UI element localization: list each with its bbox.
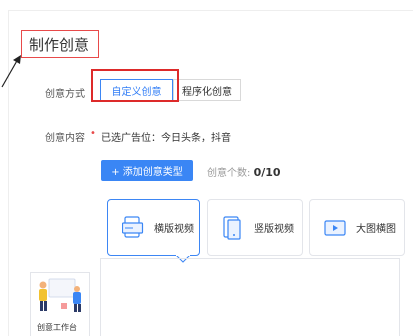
creative-count-label: 创意个数: bbox=[207, 168, 251, 179]
creative-count-value: 0/10 bbox=[253, 166, 281, 179]
selected-ad-slots: 已选广告位：今日头条，抖音 bbox=[101, 133, 231, 144]
workbench-illustration-icon bbox=[39, 278, 81, 312]
creative-type-label: 大图横图 bbox=[356, 224, 396, 235]
creative-type-vertical-video[interactable]: 竖版视频 bbox=[207, 199, 303, 256]
page-title: 制作创意 bbox=[29, 36, 90, 54]
creative-type-label: 竖版视频 bbox=[254, 224, 294, 235]
creative-count: 创意个数: 0/10 bbox=[207, 164, 281, 179]
large-image-icon bbox=[324, 219, 346, 236]
creative-mode-label: 创意方式 bbox=[45, 89, 85, 100]
programmatic-creative-button[interactable]: 程序化创意 bbox=[173, 79, 241, 101]
creative-editor-panel bbox=[100, 258, 400, 336]
add-creative-type-button[interactable]: + 添加创意类型 bbox=[101, 160, 193, 181]
annotation-highlight-box bbox=[91, 69, 179, 102]
creative-type-horizontal-video[interactable]: 横版视频 bbox=[107, 199, 200, 256]
required-mark: • bbox=[90, 128, 96, 139]
annotation-arrow bbox=[1, 55, 21, 88]
creative-type-label: 横版视频 bbox=[154, 224, 194, 235]
horizontal-video-icon bbox=[122, 215, 144, 238]
creative-content-label: 创意内容 bbox=[45, 133, 85, 144]
vertical-video-icon bbox=[223, 215, 241, 240]
creative-type-large-image[interactable]: 大图横图 bbox=[309, 199, 405, 256]
workbench-label: 创意工作台 bbox=[37, 323, 77, 332]
